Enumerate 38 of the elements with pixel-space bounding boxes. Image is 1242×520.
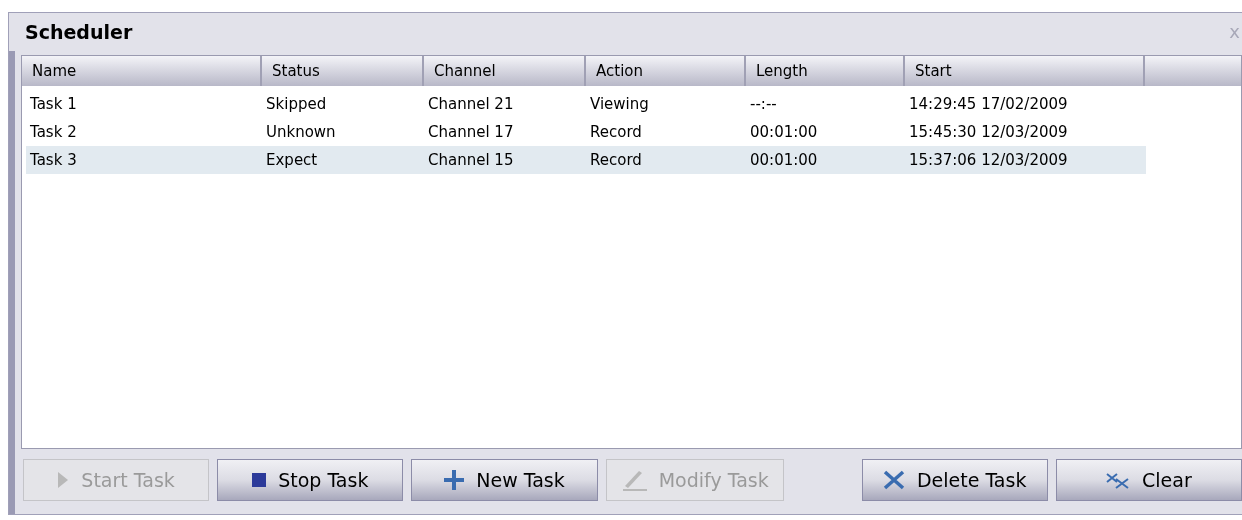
table-cell-text: Record: [589, 121, 643, 143]
column-header[interactable]: Start: [905, 56, 1145, 86]
play-icon: [57, 471, 70, 489]
table-cell-text: 14:29:45 17/02/2009: [908, 93, 1069, 115]
close-icon: [882, 470, 905, 490]
toolbar-button[interactable]: New Task: [411, 459, 598, 501]
table-cell-text: Task 1: [29, 93, 78, 115]
table-cell-text: --:--: [749, 93, 778, 115]
column-header[interactable]: Length: [746, 56, 905, 86]
column-header[interactable]: Channel: [424, 56, 586, 86]
table-cell-text: Viewing: [589, 93, 650, 115]
toolbar-button[interactable]: Clear: [1055, 459, 1242, 501]
column-header[interactable]: Name: [22, 56, 262, 86]
toolbar-button[interactable]: Delete Task: [861, 459, 1048, 501]
window-title: Scheduler: [25, 19, 133, 45]
table-cell-text: Channel 15: [427, 149, 515, 171]
table-cell-text: Skipped: [265, 93, 328, 115]
double-x-icon: [1106, 471, 1131, 489]
table-cell-text: Channel 17: [427, 121, 515, 143]
table-cell-text: 15:37:06 12/03/2009: [908, 149, 1069, 171]
column-header[interactable]: Status: [262, 56, 424, 86]
table-cell-text: Task 2: [29, 121, 78, 143]
stop-icon: [252, 473, 267, 487]
plus-icon: [444, 470, 465, 490]
table-cell-text: Expect: [265, 149, 319, 171]
column-header[interactable]: Action: [586, 56, 746, 86]
table-cell-text: Record: [589, 149, 643, 171]
table-row[interactable]: Task 3 Expect Channel 15 Record 00:01:00 15:37:06 12/03/2009: [26, 146, 1146, 174]
table-row[interactable]: Task 2 Unknown Channel 17 Record 00:01:00 15:45:30 12/03/2009: [26, 118, 1146, 146]
pen-icon: [620, 469, 647, 491]
table-cell-text: Channel 21: [427, 93, 515, 115]
table-cell-text: Unknown: [265, 121, 337, 143]
table-cell-text: 15:45:30 12/03/2009: [908, 121, 1069, 143]
table-row[interactable]: Task 1 Skipped Channel 21 Viewing --:-- 14:29:45 17/02/2009: [26, 90, 1146, 118]
table-cell-text: Task 3: [29, 149, 78, 171]
table-cell-text: 00:01:00: [749, 121, 819, 143]
table-cell-text: 00:01:00: [749, 149, 819, 171]
toolbar-button[interactable]: Stop Task: [217, 459, 404, 501]
